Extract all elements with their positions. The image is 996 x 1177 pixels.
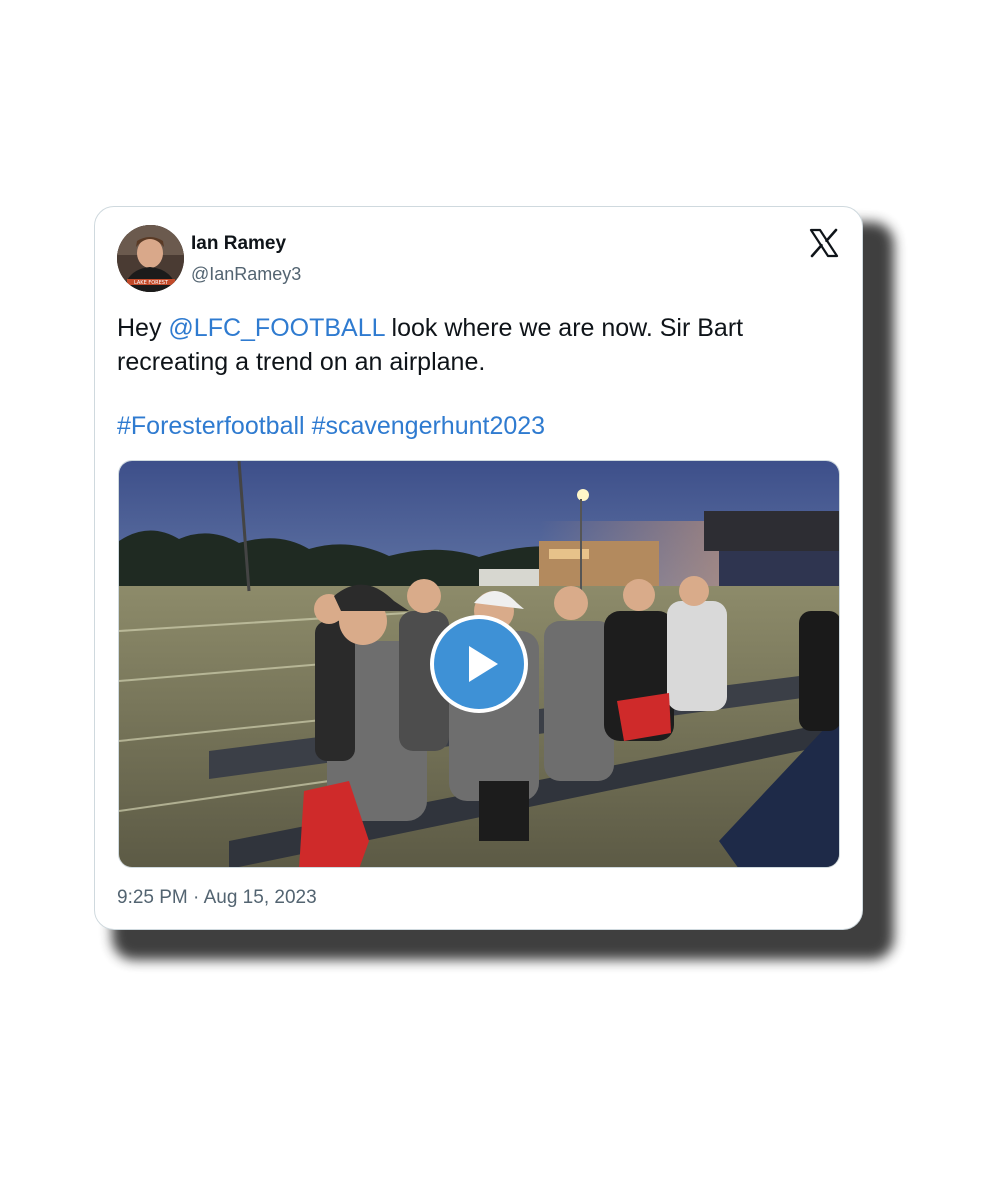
text-prefix: Hey [117,314,169,342]
mention-link[interactable]: @LFC_FOOTBALL [168,314,384,342]
author-name[interactable]: Ian Ramey [191,233,286,255]
video-thumbnail[interactable] [118,460,840,868]
tweet-text-line-1: Hey @LFC_FOOTBALL look where we are now.… [117,311,837,345]
avatar[interactable]: LAKE FOREST [117,225,184,292]
play-button[interactable] [430,615,528,713]
play-icon [434,619,524,709]
avatar-jersey-text: LAKE FOREST [134,280,169,286]
text-rest: look where we are now. Sir Bart [384,314,744,342]
avatar-image: LAKE FOREST [117,225,184,292]
hashtags: #Foresterfootball #scavengerhunt2023 [117,409,545,443]
hashtag-link[interactable]: #scavengerhunt2023 [312,412,546,440]
x-logo-icon[interactable] [808,227,840,259]
tweet-text: Hey @LFC_FOOTBALL look where we are now.… [117,311,837,379]
timestamp[interactable]: 9:25 PM · Aug 15, 2023 [117,887,317,909]
tweet-text-line-2: recreating a trend on an airplane. [117,348,486,376]
author-handle[interactable]: @IanRamey3 [191,264,301,285]
page: LAKE FOREST Ian Ramey @IanRamey3 Hey @LF… [0,0,996,1177]
tweet-card[interactable]: LAKE FOREST Ian Ramey @IanRamey3 Hey @LF… [94,206,863,930]
hashtag-link[interactable]: #Foresterfootball [117,412,305,440]
